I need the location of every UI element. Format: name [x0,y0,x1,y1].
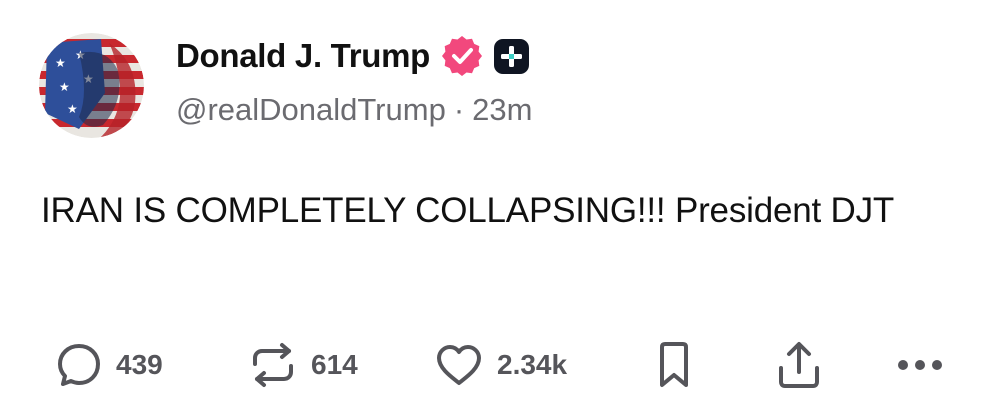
reply-button[interactable]: 439 [56,335,163,395]
handle[interactable]: @realDonaldTrump [176,92,446,128]
repost-button[interactable]: 614 [249,335,358,395]
svg-text:★: ★ [55,56,66,70]
name-row: Donald J. Trump [176,30,532,82]
share-button[interactable] [776,335,822,395]
bookmark-button[interactable] [656,335,692,395]
more-dots-icon [896,358,944,372]
bookmark-icon [656,341,692,389]
reply-icon [56,342,102,388]
reply-count: 439 [116,349,163,380]
heart-icon [435,343,483,387]
verified-badge-icon [442,36,483,76]
avatar[interactable]: ★ ★ ★ ★ ★ [39,33,144,138]
post-card: ★ ★ ★ ★ ★ Donald J. Trump [0,0,1000,411]
share-icon [776,340,822,390]
more-options-button[interactable] [896,335,944,395]
post-text: IRAN IS COMPLETELY COLLAPSING!!! Preside… [41,191,895,230]
author-block: Donald J. Trump @realDonaldTrump · 23m [176,30,532,128]
like-button[interactable]: 2.34k [435,335,567,395]
svg-text:★: ★ [59,80,70,94]
repost-count: 614 [311,349,358,380]
meta-row: @realDonaldTrump · 23m [176,92,532,128]
display-name[interactable]: Donald J. Trump [176,37,430,75]
svg-text:★: ★ [67,102,78,116]
plus-badge-icon [494,38,530,74]
action-bar: 439 614 2.34k [0,335,1000,395]
timestamp[interactable]: 23m [472,92,532,128]
repost-icon [249,342,297,388]
meta-separator: · [453,92,465,127]
like-count: 2.34k [497,349,568,380]
